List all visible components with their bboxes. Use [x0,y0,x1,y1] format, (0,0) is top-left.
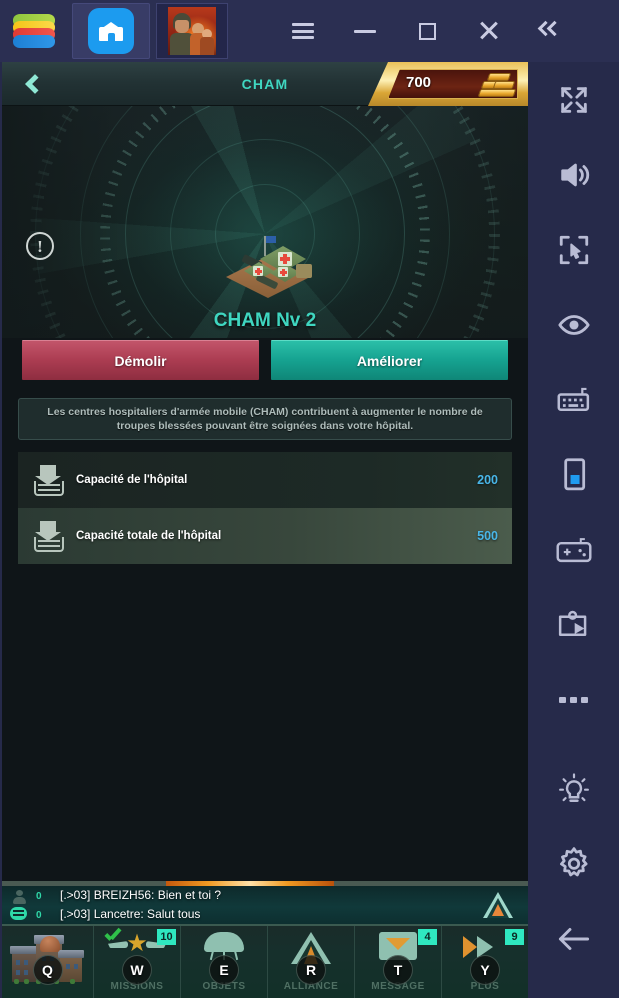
maximize-button[interactable] [396,0,458,62]
chat-message: [.>03] BREIZH56: Bien et toi ? [60,888,222,902]
sidebar-volume[interactable] [528,137,619,212]
arrow-left-icon [558,927,589,950]
chat-message: [.>03] Lancetre: Salut tous [60,907,201,921]
nav-key-e: E [209,955,239,985]
double-chevron-left-icon [537,20,563,42]
nav-key-y: Y [470,955,500,985]
minimize-button[interactable] [334,0,396,62]
stat-value: 200 [477,473,498,487]
building-artwork [220,234,320,300]
speaker-volume-icon [560,163,589,186]
capacity-arrow-icon [32,519,66,553]
game-tab[interactable] [156,3,228,59]
window-controls [272,0,582,62]
demolish-button[interactable]: Démolir [22,340,259,380]
chat-bubble-icon [10,907,27,920]
sidebar-more-options[interactable] [528,662,619,737]
nav-badge-message: 4 [418,929,437,945]
sidebar-rotate-screen[interactable] [528,437,619,512]
building-description: Les centres hospitaliers d'armée mobile … [18,398,512,440]
stat-value: 500 [477,529,498,543]
nav-badge-more: 9 [505,929,524,945]
alliance-emblem-button[interactable] [468,886,528,924]
sidebar-eye-view[interactable] [528,287,619,362]
nav-key-w: W [122,955,152,985]
player-count: 0 [36,891,42,902]
sidebar-fullscreen[interactable] [528,62,619,137]
more-dots-icon [558,696,588,703]
chat-panel[interactable]: 0 0 [.>03] BREIZH56: Bien et toi ? [.>03… [2,886,528,924]
game-header: CHAM 700 [2,62,528,106]
chat-messages: [.>03] BREIZH56: Bien et toi ? [.>03] La… [60,886,468,924]
sidebar-screen-record[interactable] [528,587,619,662]
sidebar-back[interactable] [528,901,619,976]
game-viewport: CHAM 700 ! CHAM Nv 2 Démolir Améliorer L… [2,62,528,998]
sidebar-keyboard-controls[interactable] [528,362,619,437]
screen-record-icon [558,610,586,636]
keyboard-icon [557,387,589,411]
chat-icons: 0 0 [2,886,60,924]
nav-item-alliance[interactable]: R ALLIANCE [268,926,355,998]
square-icon [418,22,436,40]
nav-key-t: T [383,955,413,985]
emulator-sidebar [528,62,619,998]
info-warning-icon[interactable]: ! [26,232,54,260]
stat-row: Capacité de l'hôpital 200 [18,452,512,508]
gold-bars-icon [477,71,518,97]
collapse-sidebar-button[interactable] [520,0,582,62]
game-thumbnail [168,7,216,55]
close-button[interactable] [458,0,520,62]
cursor-target-icon [559,235,588,264]
nav-badge-missions: 10 [157,929,176,945]
building-preview-panel: ! CHAM Nv 2 [2,106,528,338]
hamburger-icon [292,23,314,39]
gear-icon [559,846,588,876]
phone-portrait-icon [563,457,585,490]
nav-item-more[interactable]: 9 Y PLUS [442,926,528,998]
bottom-navigation: Q ★ 10 W MISSIONS E OBJETS R ALLIANCE 4 … [2,924,528,998]
home-icon [88,8,134,54]
minus-icon [354,29,376,33]
sidebar-gamepad[interactable] [528,512,619,587]
gold-resource-bar[interactable]: 700 [368,62,528,106]
gamepad-icon [555,537,592,562]
building-stats: Capacité de l'hôpital 200 Capacité total… [18,452,512,564]
emulator-titlebar [0,0,619,62]
nav-item-items[interactable]: E OBJETS [181,926,268,998]
capacity-arrow-icon [32,463,66,497]
sidebar-tips[interactable] [528,751,619,826]
nav-key-r: R [296,955,326,985]
menu-button[interactable] [272,0,334,62]
stat-row: Capacité totale de l'hôpital 500 [18,508,512,564]
stat-label: Capacité de l'hôpital [76,474,188,486]
sidebar-settings[interactable] [528,826,619,901]
nav-key-q: Q [32,955,63,985]
close-x-icon [478,20,500,42]
nav-item-city[interactable]: Q [2,926,94,998]
eye-icon [557,314,590,335]
bluestacks-logo [0,0,68,62]
action-buttons: Démolir Améliorer [2,340,528,384]
nav-item-missions[interactable]: ★ 10 W MISSIONS [94,926,181,998]
app-window: CHAM 700 ! CHAM Nv 2 Démolir Améliorer L… [0,0,619,998]
person-icon [12,890,26,904]
upgrade-button[interactable]: Améliorer [271,340,508,380]
building-name: CHAM Nv 2 [213,310,317,331]
check-icon [104,928,120,944]
stat-label: Capacité totale de l'hôpital [76,530,222,542]
gold-amount: 700 [406,74,432,91]
sidebar-cursor-control[interactable] [528,212,619,287]
home-tab[interactable] [72,3,150,59]
lightbulb-icon [558,772,589,802]
fullscreen-expand-icon [560,86,587,113]
alliance-triangle-emblem [483,892,513,918]
nav-item-message[interactable]: 4 T MESSAGE [355,926,442,998]
